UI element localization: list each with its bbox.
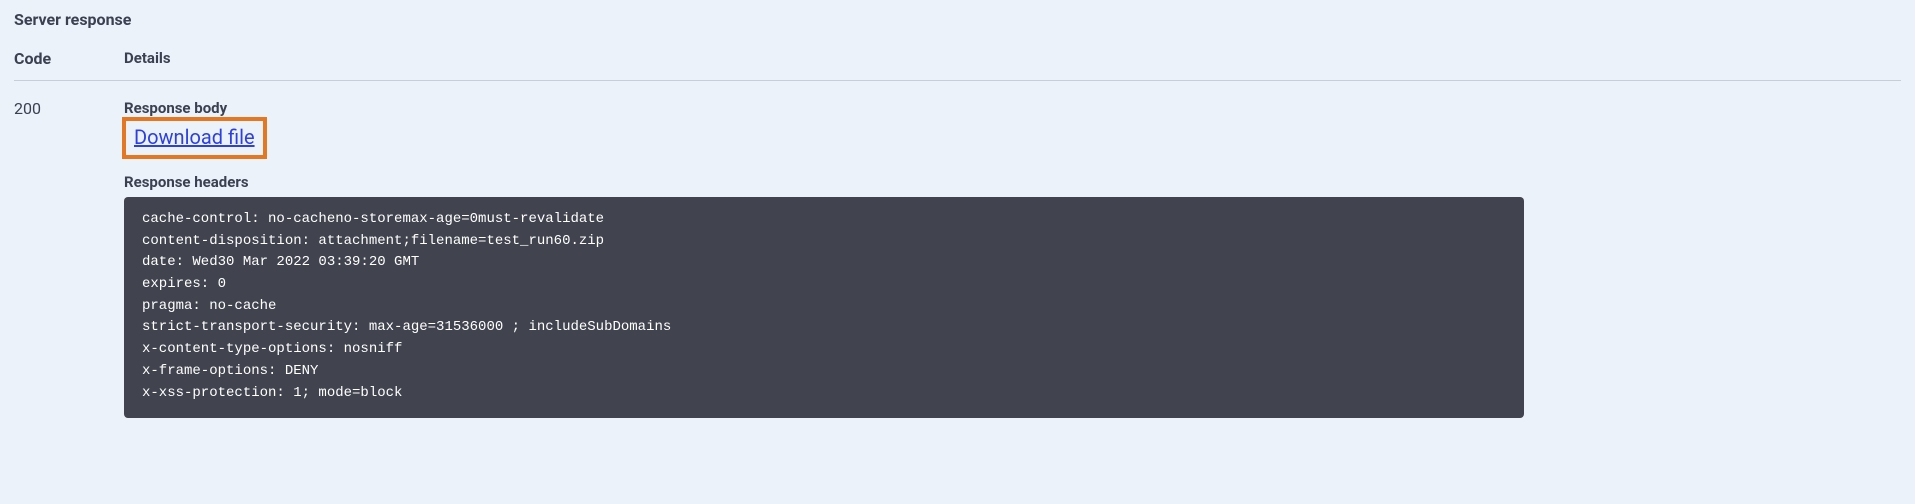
code-column-header: Code: [14, 49, 124, 68]
download-file-link[interactable]: Download file: [134, 125, 255, 149]
response-table-header: Code Details: [14, 49, 1901, 81]
details-column-header: Details: [124, 49, 171, 68]
status-code: 200: [14, 99, 124, 418]
response-headers-label: Response headers: [124, 173, 1901, 191]
response-headers-block[interactable]: cache-control: no-cacheno-storemax-age=0…: [124, 197, 1524, 418]
response-body-label: Response body: [124, 99, 1901, 117]
server-response-title: Server response: [14, 10, 1901, 29]
response-details: Response body Download file Response hea…: [124, 99, 1901, 418]
response-row: 200 Response body Download file Response…: [14, 81, 1901, 418]
download-highlight-box: Download file: [122, 117, 267, 159]
